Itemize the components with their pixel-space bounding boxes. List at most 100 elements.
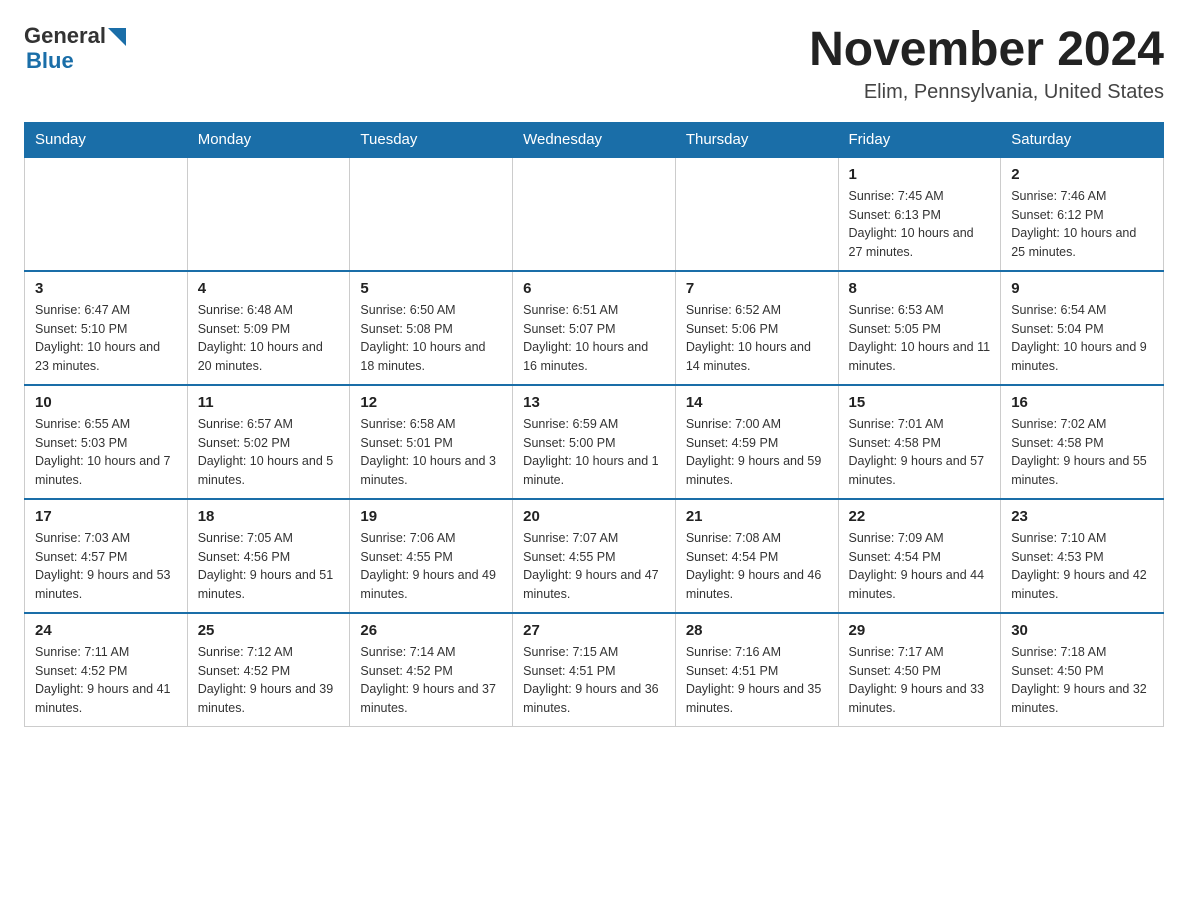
calendar-cell: 6Sunrise: 6:51 AMSunset: 5:07 PMDaylight… bbox=[513, 271, 676, 385]
calendar-cell: 22 Sunrise: 7:09 AMSunset: 4:54 PMDayligh… bbox=[838, 499, 1001, 613]
week-row-2: 3Sunrise: 6:47 AMSunset: 5:10 PMDaylight… bbox=[25, 271, 1164, 385]
day-info: Sunrise: 6:48 AMSunset: 5:09 PMDaylight:… bbox=[198, 301, 340, 376]
day-number: 12 bbox=[360, 394, 502, 411]
calendar-cell: 28 Sunrise: 7:16 AMSunset: 4:51 PMDayligh… bbox=[675, 613, 838, 727]
calendar-cell: 8Sunrise: 6:53 AMSunset: 5:05 PMDaylight… bbox=[838, 271, 1001, 385]
calendar-cell: 15Sunrise: 7:01 AMSunset: 4:58 PMDayligh… bbox=[838, 385, 1001, 499]
day-number: 24 bbox=[35, 622, 177, 639]
day-number: 27 bbox=[523, 622, 665, 639]
day-number: 20 bbox=[523, 508, 665, 525]
day-info: Sunrise: 7:03 AMSunset: 4:57 PMDaylight:… bbox=[35, 529, 177, 604]
calendar-cell bbox=[25, 157, 188, 271]
day-number: 23 bbox=[1011, 508, 1153, 525]
day-info: Sunrise: 7:15 AMSunset: 4:51 PMDaylight:… bbox=[523, 643, 665, 718]
day-number: 26 bbox=[360, 622, 502, 639]
calendar-cell: 3Sunrise: 6:47 AMSunset: 5:10 PMDaylight… bbox=[25, 271, 188, 385]
calendar-cell: 25 Sunrise: 7:12 AMSunset: 4:52 PMDayligh… bbox=[187, 613, 350, 727]
day-number: 8 bbox=[849, 280, 991, 297]
logo-arrow-icon bbox=[108, 28, 126, 46]
day-of-week-saturday: Saturday bbox=[1001, 122, 1164, 157]
day-number: 17 bbox=[35, 508, 177, 525]
calendar-body: 1Sunrise: 7:45 AMSunset: 6:13 PMDaylight… bbox=[25, 157, 1164, 727]
day-info: Sunrise: 7:00 AMSunset: 4:59 PMDaylight:… bbox=[686, 415, 828, 490]
logo: General Blue bbox=[24, 24, 126, 74]
day-info: Sunrise: 7:08 AMSunset: 4:54 PMDaylight:… bbox=[686, 529, 828, 604]
calendar-cell: 26Sunrise: 7:14 AMSunset: 4:52 PMDayligh… bbox=[350, 613, 513, 727]
day-number: 1 bbox=[849, 166, 991, 183]
calendar-cell bbox=[513, 157, 676, 271]
day-info: Sunrise: 7:11 AMSunset: 4:52 PMDaylight:… bbox=[35, 643, 177, 718]
day-info: Sunrise: 7:07 AMSunset: 4:55 PMDaylight:… bbox=[523, 529, 665, 604]
day-info: Sunrise: 7:09 AMSunset: 4:54 PMDaylight:… bbox=[849, 529, 991, 604]
week-row-3: 10 Sunrise: 6:55 AMSunset: 5:03 PMDayligh… bbox=[25, 385, 1164, 499]
calendar-cell: 18Sunrise: 7:05 AMSunset: 4:56 PMDayligh… bbox=[187, 499, 350, 613]
day-of-week-friday: Friday bbox=[838, 122, 1001, 157]
day-info: Sunrise: 6:52 AMSunset: 5:06 PMDaylight:… bbox=[686, 301, 828, 376]
day-number: 28 bbox=[686, 622, 828, 639]
day-number: 7 bbox=[686, 280, 828, 297]
day-info: Sunrise: 6:58 AMSunset: 5:01 PMDaylight:… bbox=[360, 415, 502, 490]
calendar-cell: 14 Sunrise: 7:00 AMSunset: 4:59 PMDayligh… bbox=[675, 385, 838, 499]
day-info: Sunrise: 7:10 AMSunset: 4:53 PMDaylight:… bbox=[1011, 529, 1153, 604]
calendar-cell: 21 Sunrise: 7:08 AMSunset: 4:54 PMDayligh… bbox=[675, 499, 838, 613]
title-block: November 2024 Elim, Pennsylvania, United… bbox=[809, 24, 1164, 104]
day-info: Sunrise: 7:17 AMSunset: 4:50 PMDaylight:… bbox=[849, 643, 991, 718]
calendar-cell bbox=[675, 157, 838, 271]
calendar-cell: 20 Sunrise: 7:07 AMSunset: 4:55 PMDayligh… bbox=[513, 499, 676, 613]
day-number: 22 bbox=[849, 508, 991, 525]
day-info: Sunrise: 7:16 AMSunset: 4:51 PMDaylight:… bbox=[686, 643, 828, 718]
day-number: 10 bbox=[35, 394, 177, 411]
day-of-week-wednesday: Wednesday bbox=[513, 122, 676, 157]
day-info: Sunrise: 7:01 AMSunset: 4:58 PMDaylight:… bbox=[849, 415, 991, 490]
day-of-week-monday: Monday bbox=[187, 122, 350, 157]
calendar-cell: 17 Sunrise: 7:03 AMSunset: 4:57 PMDayligh… bbox=[25, 499, 188, 613]
day-info: Sunrise: 6:47 AMSunset: 5:10 PMDaylight:… bbox=[35, 301, 177, 376]
day-number: 2 bbox=[1011, 166, 1153, 183]
day-number: 21 bbox=[686, 508, 828, 525]
day-info: Sunrise: 6:59 AMSunset: 5:00 PMDaylight:… bbox=[523, 415, 665, 490]
calendar-cell: 16 Sunrise: 7:02 AMSunset: 4:58 PMDayligh… bbox=[1001, 385, 1164, 499]
month-year-title: November 2024 bbox=[809, 24, 1164, 77]
day-info: Sunrise: 7:02 AMSunset: 4:58 PMDaylight:… bbox=[1011, 415, 1153, 490]
day-number: 14 bbox=[686, 394, 828, 411]
calendar-table: SundayMondayTuesdayWednesdayThursdayFrid… bbox=[24, 122, 1164, 727]
calendar-cell: 23 Sunrise: 7:10 AMSunset: 4:53 PMDayligh… bbox=[1001, 499, 1164, 613]
day-info: Sunrise: 6:51 AMSunset: 5:07 PMDaylight:… bbox=[523, 301, 665, 376]
day-number: 9 bbox=[1011, 280, 1153, 297]
calendar-cell: 12 Sunrise: 6:58 AMSunset: 5:01 PMDayligh… bbox=[350, 385, 513, 499]
day-info: Sunrise: 6:57 AMSunset: 5:02 PMDaylight:… bbox=[198, 415, 340, 490]
day-number: 4 bbox=[198, 280, 340, 297]
day-of-week-tuesday: Tuesday bbox=[350, 122, 513, 157]
day-number: 19 bbox=[360, 508, 502, 525]
calendar-cell: 13 Sunrise: 6:59 AMSunset: 5:00 PMDayligh… bbox=[513, 385, 676, 499]
location-subtitle: Elim, Pennsylvania, United States bbox=[809, 81, 1164, 104]
week-row-5: 24 Sunrise: 7:11 AMSunset: 4:52 PMDayligh… bbox=[25, 613, 1164, 727]
calendar-cell: 5 Sunrise: 6:50 AMSunset: 5:08 PMDaylight… bbox=[350, 271, 513, 385]
day-info: Sunrise: 7:12 AMSunset: 4:52 PMDaylight:… bbox=[198, 643, 340, 718]
calendar-cell: 10 Sunrise: 6:55 AMSunset: 5:03 PMDayligh… bbox=[25, 385, 188, 499]
calendar-cell: 2 Sunrise: 7:46 AMSunset: 6:12 PMDaylight… bbox=[1001, 157, 1164, 271]
page-header: General Blue November 2024 Elim, Pennsyl… bbox=[24, 24, 1164, 104]
logo-general: General bbox=[24, 24, 126, 48]
calendar-cell: 11Sunrise: 6:57 AMSunset: 5:02 PMDayligh… bbox=[187, 385, 350, 499]
day-info: Sunrise: 7:46 AMSunset: 6:12 PMDaylight:… bbox=[1011, 187, 1153, 262]
day-number: 29 bbox=[849, 622, 991, 639]
calendar-cell: 30Sunrise: 7:18 AMSunset: 4:50 PMDayligh… bbox=[1001, 613, 1164, 727]
day-info: Sunrise: 6:50 AMSunset: 5:08 PMDaylight:… bbox=[360, 301, 502, 376]
calendar-cell: 27 Sunrise: 7:15 AMSunset: 4:51 PMDayligh… bbox=[513, 613, 676, 727]
calendar-cell: 19Sunrise: 7:06 AMSunset: 4:55 PMDayligh… bbox=[350, 499, 513, 613]
day-of-week-sunday: Sunday bbox=[25, 122, 188, 157]
day-number: 16 bbox=[1011, 394, 1153, 411]
day-number: 5 bbox=[360, 280, 502, 297]
calendar-cell: 1Sunrise: 7:45 AMSunset: 6:13 PMDaylight… bbox=[838, 157, 1001, 271]
calendar-cell: 7 Sunrise: 6:52 AMSunset: 5:06 PMDaylight… bbox=[675, 271, 838, 385]
day-info: Sunrise: 7:05 AMSunset: 4:56 PMDaylight:… bbox=[198, 529, 340, 604]
calendar-cell bbox=[350, 157, 513, 271]
day-of-week-thursday: Thursday bbox=[675, 122, 838, 157]
day-info: Sunrise: 7:18 AMSunset: 4:50 PMDaylight:… bbox=[1011, 643, 1153, 718]
day-info: Sunrise: 6:55 AMSunset: 5:03 PMDaylight:… bbox=[35, 415, 177, 490]
calendar-cell: 29 Sunrise: 7:17 AMSunset: 4:50 PMDayligh… bbox=[838, 613, 1001, 727]
day-number: 25 bbox=[198, 622, 340, 639]
day-number: 13 bbox=[523, 394, 665, 411]
calendar-cell: 9Sunrise: 6:54 AMSunset: 5:04 PMDaylight… bbox=[1001, 271, 1164, 385]
